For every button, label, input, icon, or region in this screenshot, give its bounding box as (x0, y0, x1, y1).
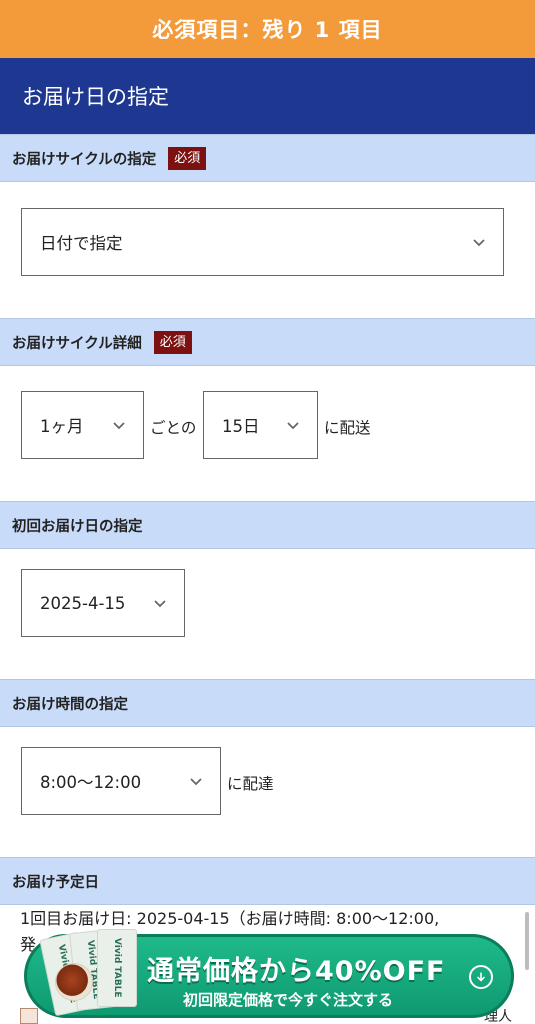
section-title-first-date: 初回お届け日の指定 (12, 518, 143, 535)
delivery-time-value: 8:00〜12:00 (40, 773, 142, 792)
cycle-type-select[interactable]: 日付で指定 (21, 208, 504, 276)
cycle-day-select[interactable]: 15日 (203, 391, 318, 459)
section-title-cycle: お届けサイクルの指定 (12, 151, 157, 168)
chevron-down-icon (111, 417, 127, 433)
section-title-time: お届け時間の指定 (12, 696, 128, 713)
chevron-down-icon (188, 773, 204, 789)
section-title-schedule: お届け予定日 (12, 874, 99, 891)
required-badge: 必須 (153, 330, 192, 354)
section-header-time: お届け時間の指定 (0, 679, 535, 727)
product-card: Vivid TABLE (97, 929, 137, 1007)
required-items-banner: 必須項目：残り 1 項目 (0, 0, 535, 58)
scrollbar[interactable] (525, 912, 529, 970)
cycle-suffix-label: に配送 (324, 419, 371, 437)
section-title-cycle-detail: お届けサイクル詳細 (12, 335, 142, 352)
section-header-cycle: お届けサイクルの指定 必須 (0, 134, 535, 182)
promo-headline: 通常価格から40%OFF (147, 956, 446, 987)
delivery-time-select[interactable]: 8:00〜12:00 (21, 747, 221, 815)
page-title: お届け日の指定 (0, 58, 535, 134)
cycle-between-label: ごとの (150, 419, 197, 437)
cycle-type-value: 日付で指定 (40, 234, 123, 253)
required-badge: 必須 (168, 146, 207, 170)
cycle-month-select[interactable]: 1ヶ月 (21, 391, 144, 459)
food-dish-icon (55, 963, 93, 1001)
chevron-down-icon (285, 417, 301, 433)
section-header-first-date: 初回お届け日の指定 (0, 501, 535, 549)
agreement-checkbox[interactable] (20, 1008, 38, 1024)
chevron-down-icon (471, 234, 487, 250)
page-title-text: お届け日の指定 (22, 85, 169, 109)
section-header-schedule: お届け予定日 (0, 857, 535, 905)
promo-subtext: 初回限定価格で今すぐ注文する (183, 991, 394, 1009)
cycle-month-value: 1ヶ月 (40, 417, 84, 436)
time-suffix-label: に配達 (227, 775, 274, 793)
arrow-down-icon (469, 965, 493, 989)
promo-order-button[interactable]: Vivid TABLE Vivid TABLE Vivid TABLE 通常価格… (24, 929, 514, 1018)
chevron-down-icon (152, 595, 168, 611)
first-date-value: 2025-4-15 (40, 593, 126, 613)
product-image: Vivid TABLE Vivid TABLE Vivid TABLE (37, 929, 137, 1024)
section-header-cycle-detail: お届けサイクル詳細 必須 (0, 318, 535, 366)
first-date-select[interactable]: 2025-4-15 (21, 569, 185, 637)
cycle-day-value: 15日 (222, 417, 260, 436)
